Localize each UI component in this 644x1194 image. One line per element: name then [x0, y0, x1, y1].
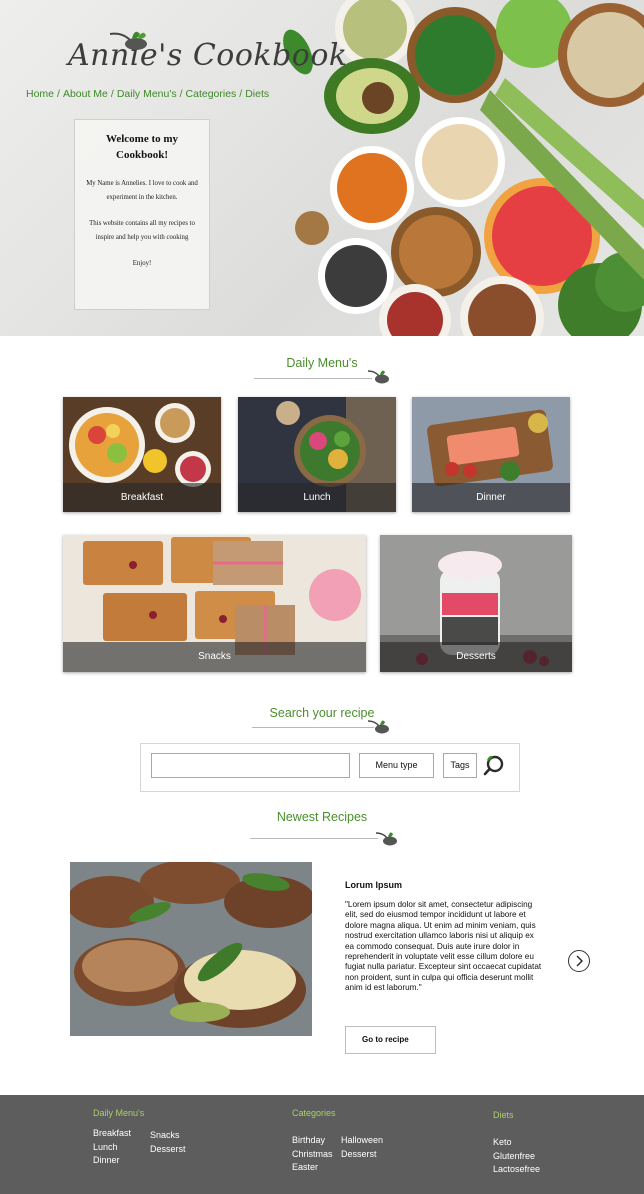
welcome-signoff: Enjoy! [132, 260, 152, 268]
recipe-excerpt: "Lorem ipsum dolor sit amet, consectetur… [345, 900, 542, 993]
search-icon[interactable] [483, 754, 505, 776]
footer-daily-menus-heading: Daily Menu's [93, 1108, 145, 1118]
footer-link[interactable]: Halloween [341, 1134, 383, 1148]
footer-categories-heading: Categories [292, 1108, 336, 1118]
title-divider [252, 727, 374, 728]
breadcrumb-categories[interactable]: Categories [186, 88, 237, 100]
footer-diets-heading: Diets [493, 1110, 514, 1120]
welcome-description: This website contains all my recipes to … [89, 220, 195, 241]
menu-card-snacks[interactable]: Snacks [63, 535, 366, 672]
welcome-intro: My Name is Annelies. I love to cook and … [86, 180, 198, 201]
search-panel: Menu type Tags [140, 743, 520, 792]
menu-card-dinner[interactable]: Dinner [412, 397, 570, 512]
spoon-herb-icon [109, 31, 147, 50]
menu-card-label: Lunch [238, 483, 396, 512]
menu-card-label: Desserts [380, 642, 572, 672]
footer: Daily Menu's Breakfast Lunch Dinner Snac… [0, 1095, 644, 1194]
footer-link[interactable]: Dinner [93, 1154, 131, 1168]
footer-link[interactable]: Snacks [150, 1129, 186, 1143]
spoon-herb-icon [376, 832, 397, 846]
footer-link[interactable]: Desserst [150, 1143, 186, 1157]
footer-link[interactable]: Christmas [292, 1148, 333, 1162]
footer-link[interactable]: Keto [493, 1136, 540, 1150]
title-divider [250, 838, 378, 839]
menu-card-lunch[interactable]: Lunch [238, 397, 396, 512]
footer-link[interactable]: Glutenfree [493, 1150, 540, 1164]
footer-link[interactable]: Lunch [93, 1141, 131, 1155]
menu-card-label: Breakfast [63, 483, 221, 512]
newest-recipes-title: Newest Recipes [276, 810, 368, 824]
tags-button[interactable]: Tags [443, 753, 477, 778]
footer-link[interactable]: Easter [292, 1161, 333, 1175]
hero-banner: Annie's Cookbook Home / About Me / Daily Men… [0, 0, 644, 336]
breadcrumb-about-me[interactable]: About Me [63, 88, 108, 100]
footer-link[interactable]: Lactosefree [493, 1163, 540, 1177]
recipe-title: Lorum Ipsum [345, 880, 403, 890]
menu-card-desserts[interactable]: Desserts [380, 535, 572, 672]
footer-daily-menus-col1: Breakfast Lunch Dinner [93, 1127, 131, 1168]
breadcrumb-daily-menus[interactable]: Daily Menu's [117, 88, 177, 100]
welcome-title: Welcome to my Cookbook! [105, 133, 179, 161]
footer-link[interactable]: Desserst [341, 1148, 383, 1162]
footer-daily-menus-col2: Snacks Desserst [150, 1129, 186, 1156]
menu-card-label: Dinner [412, 483, 570, 512]
spoon-herb-icon [368, 720, 389, 734]
footer-link[interactable]: Birthday [292, 1134, 333, 1148]
breadcrumb: Home / About Me / Daily Menu's / Categories / Di… [26, 88, 270, 100]
footer-diets-col: Keto Glutenfree Lactosefree [493, 1136, 540, 1177]
menu-type-button[interactable]: Menu type [359, 753, 434, 778]
menu-card-label: Snacks [63, 642, 366, 672]
title-divider [254, 378, 372, 379]
breadcrumb-diets[interactable]: Diets [245, 88, 269, 100]
daily-menus-title: Daily Menu's [286, 356, 358, 370]
logo[interactable]: Annie's Cookbook [68, 31, 347, 84]
breadcrumb-home[interactable]: Home [26, 88, 54, 100]
menu-card-breakfast[interactable]: Breakfast [63, 397, 221, 512]
chevron-right-icon [576, 955, 583, 967]
spoon-herb-icon [368, 370, 389, 384]
welcome-box: Welcome to my Cookbook! My Name is Annel… [74, 119, 210, 310]
footer-categories-col2: Halloween Desserst [341, 1134, 383, 1161]
go-to-recipe-button[interactable]: Go to recipe [345, 1026, 436, 1054]
footer-categories-col1: Birthday Christmas Easter [292, 1134, 333, 1175]
next-recipe-button[interactable] [568, 950, 590, 972]
search-input[interactable] [151, 753, 350, 778]
search-title: Search your recipe [269, 706, 375, 720]
footer-link[interactable]: Breakfast [93, 1127, 131, 1141]
recipe-image[interactable] [70, 862, 312, 1036]
